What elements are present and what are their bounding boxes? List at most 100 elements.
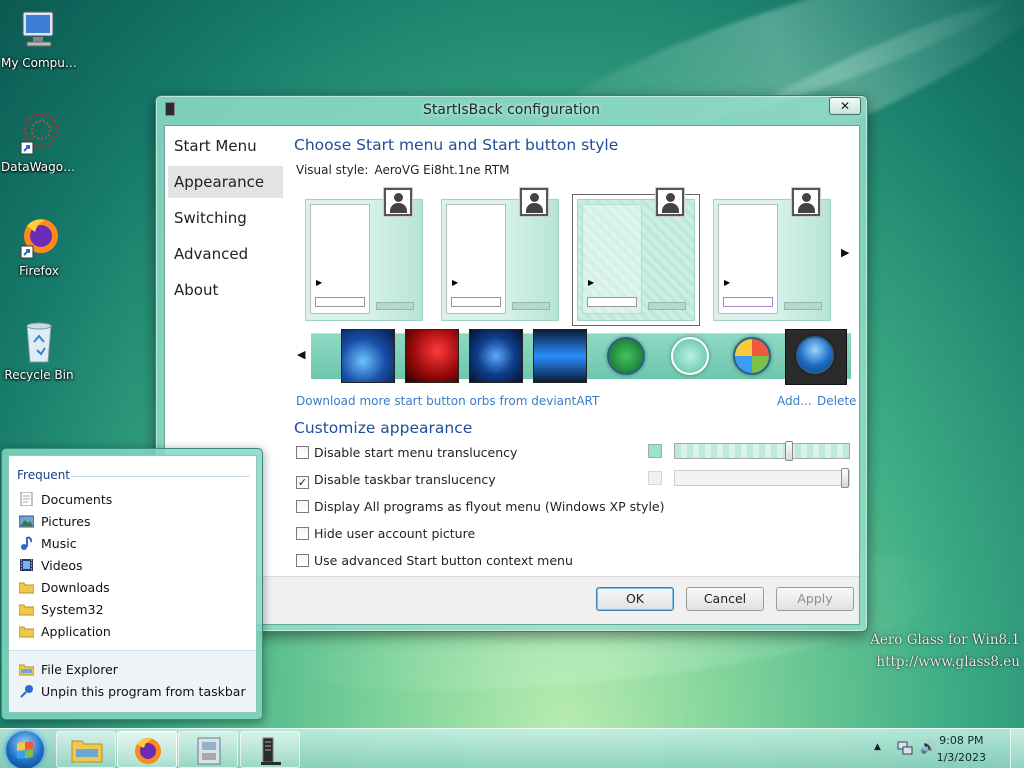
checkbox-checked[interactable]: ✓ <box>296 476 309 489</box>
desktop-icon-datawagon[interactable]: DataWagon... <box>1 112 77 174</box>
task-unpin[interactable]: Unpin this program from taskbar <box>19 682 246 702</box>
download-orbs-link[interactable]: Download more start button orbs from dev… <box>296 394 599 408</box>
task-file-explorer[interactable]: File Explorer <box>19 660 118 680</box>
show-desktop-button[interactable] <box>1010 729 1024 768</box>
desktop-icon-label: Recycle Bin <box>4 368 74 382</box>
orb-red-icon[interactable] <box>405 329 459 383</box>
option-disable-taskbar-translucency[interactable]: ✓ Disable taskbar translucency <box>296 472 496 489</box>
option-advanced-context-menu[interactable]: Use advanced Start button context menu <box>296 553 573 568</box>
nav-advanced[interactable]: Advanced <box>168 238 283 270</box>
title-bar[interactable]: StartIsBack configuration ✕ <box>156 96 867 124</box>
delete-orb-link[interactable]: Delete <box>817 394 856 408</box>
task-label: Unpin this program from taskbar <box>41 684 246 699</box>
orb-windows-color-icon[interactable] <box>733 337 771 375</box>
pictures-icon <box>19 515 34 528</box>
control-panel-icon <box>197 737 221 765</box>
desktop-icon-my-computer[interactable]: My Computer <box>1 8 77 70</box>
checkbox[interactable] <box>296 500 309 513</box>
unpin-icon <box>20 685 33 698</box>
jump-item-label: Music <box>41 536 77 551</box>
clock[interactable]: 9:08 PM 1/3/2023 <box>937 732 986 766</box>
option-hide-user-picture[interactable]: Hide user account picture <box>296 526 475 541</box>
option-all-programs-flyout[interactable]: Display All programs as flyout menu (Win… <box>296 499 664 514</box>
style-preview-4[interactable]: ▶ <box>713 188 831 321</box>
orb-blue-lines-icon[interactable] <box>533 329 587 383</box>
nav-about[interactable]: About <box>168 274 283 306</box>
desktop-icon-firefox[interactable]: Firefox <box>1 216 77 278</box>
show-hidden-icons-icon[interactable]: ▲ <box>874 742 881 752</box>
taskbar-color-swatch <box>648 471 662 485</box>
nav-start-menu[interactable]: Start Menu <box>168 130 283 162</box>
visual-style-row: Visual style: AeroVG Ei8ht.1ne RTM <box>296 163 509 177</box>
orb-clover-icon[interactable] <box>607 337 645 375</box>
jump-item-application[interactable]: Application <box>19 622 111 642</box>
desktop-icon-label: My Computer <box>1 56 77 70</box>
option-disable-start-menu-translucency[interactable]: Disable start menu translucency <box>296 445 517 460</box>
taskbar-jump-list: Frequent Documents Pictures Music Videos… <box>1 448 263 720</box>
window-client: Start Menu Appearance Switching Advanced… <box>164 125 860 625</box>
add-orb-link[interactable]: Add... <box>777 394 812 408</box>
orb-windows7-icon[interactable] <box>796 336 834 374</box>
jump-item-videos[interactable]: Videos <box>19 556 83 576</box>
visual-style-label: Visual style: <box>296 163 369 177</box>
jump-item-documents[interactable]: Documents <box>19 490 112 510</box>
desktop-icon-label: Firefox <box>19 264 59 278</box>
checkbox[interactable] <box>296 527 309 540</box>
style-preview-3-selected[interactable]: ▶ <box>572 188 700 326</box>
desktop-icon-recycle-bin[interactable]: Recycle Bin <box>1 320 77 382</box>
apply-button[interactable]: Apply <box>776 587 854 611</box>
appearance-panel: Choose Start menu and Start button style… <box>291 126 859 624</box>
watermark-line-2: http://www.glass8.eu <box>876 654 1020 670</box>
user-picture-icon <box>384 188 412 216</box>
nav-switching[interactable]: Switching <box>168 202 283 234</box>
ok-button[interactable]: OK <box>596 587 674 611</box>
checkbox[interactable] <box>296 554 309 567</box>
folder-icon <box>19 582 34 594</box>
close-button[interactable]: ✕ <box>829 97 861 115</box>
start-menu-opacity-slider[interactable] <box>674 441 850 461</box>
nav-appearance[interactable]: Appearance <box>168 166 283 198</box>
start-button-icon[interactable] <box>6 731 44 768</box>
preview-shutdown-bar <box>784 302 822 310</box>
checkbox[interactable] <box>296 446 309 459</box>
start-orb-strip <box>311 329 851 385</box>
slider-thumb[interactable] <box>785 441 793 461</box>
style-preview-1[interactable]: ▶ <box>305 188 423 321</box>
start-menu-color-swatch[interactable] <box>648 444 662 458</box>
taskbar-startisback[interactable] <box>240 731 300 768</box>
folder-icon <box>19 604 34 616</box>
desktop-icon-label: DataWagon... <box>1 160 77 174</box>
option-label: Display All programs as flyout menu (Win… <box>314 499 665 514</box>
preview-pane: ▶ <box>718 204 778 314</box>
jump-item-system32[interactable]: System32 <box>19 600 104 620</box>
next-styles-arrow-icon[interactable]: ▶ <box>841 246 849 259</box>
jump-item-label: Videos <box>41 558 83 573</box>
cancel-button[interactable]: Cancel <box>686 587 764 611</box>
style-preview-2[interactable]: ▶ <box>441 188 559 321</box>
jump-item-pictures[interactable]: Pictures <box>19 512 91 532</box>
datawagon-icon <box>17 112 61 156</box>
startisback-icon <box>261 737 281 765</box>
orb-blue-dots-icon[interactable] <box>469 329 523 383</box>
dialog-footer: OK Cancel Apply <box>165 576 859 624</box>
jump-item-label: Downloads <box>41 580 110 595</box>
divider <box>71 476 250 477</box>
option-label: Use advanced Start button context menu <box>314 553 573 568</box>
taskbar-firefox[interactable] <box>117 731 177 768</box>
jump-list-tasks: File Explorer Unpin this program from ta… <box>9 650 256 712</box>
jump-list-heading: Frequent <box>17 468 70 482</box>
volume-icon[interactable]: 🔊 <box>920 740 936 755</box>
orb-blue-wave-icon[interactable] <box>341 329 395 383</box>
taskbar-file-explorer[interactable] <box>56 731 116 768</box>
user-picture-icon <box>520 188 548 216</box>
prev-orbs-arrow-icon[interactable]: ◀ <box>297 348 305 361</box>
network-icon[interactable] <box>897 740 913 756</box>
orb-windows-white-icon[interactable] <box>671 337 709 375</box>
option-label: Disable start menu translucency <box>314 445 518 460</box>
jump-item-label: Documents <box>41 492 113 507</box>
jump-item-downloads[interactable]: Downloads <box>19 578 110 598</box>
taskbar-settings-app[interactable] <box>178 731 238 768</box>
jump-item-music[interactable]: Music <box>19 534 77 554</box>
preview-shutdown-bar <box>512 302 550 310</box>
preview-pane: ▶ <box>310 204 370 314</box>
